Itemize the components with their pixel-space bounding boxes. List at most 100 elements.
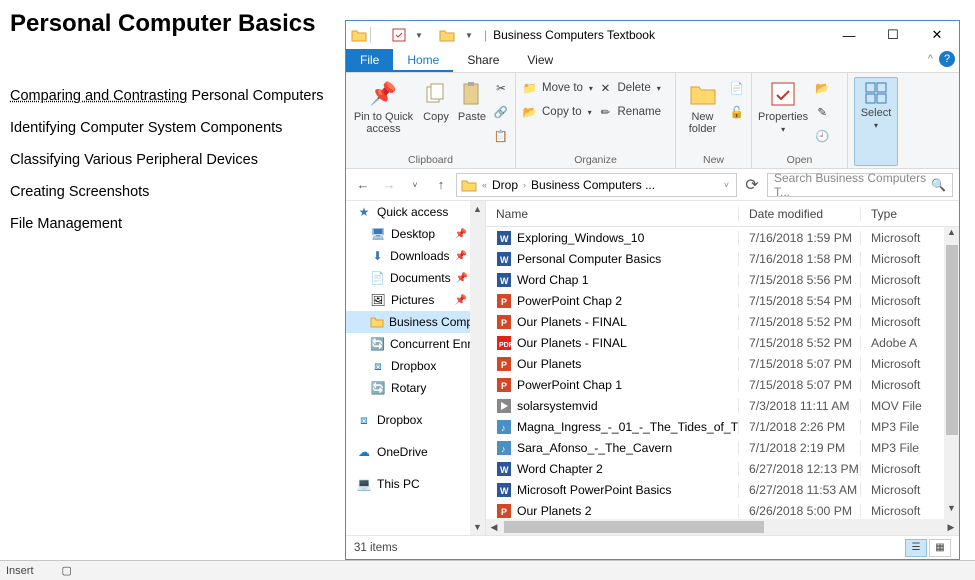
breadcrumb[interactable]: Drop <box>492 178 518 192</box>
chevron-icon[interactable]: « <box>479 180 490 190</box>
scroll-thumb[interactable] <box>946 245 958 435</box>
copy-icon <box>421 79 451 109</box>
tree-dropbox-folder[interactable]: ⧈Dropbox <box>346 355 485 377</box>
folder-icon[interactable] <box>350 26 368 44</box>
recent-dropdown[interactable]: ˅ <box>404 174 426 196</box>
column-type[interactable]: Type <box>860 207 959 221</box>
tree-business-computers[interactable]: Business Computers Textbook <box>346 311 485 333</box>
refresh-button[interactable]: ⟳ <box>741 175 763 195</box>
help-icon[interactable]: ? <box>939 51 955 67</box>
scroll-left-icon[interactable]: ◀ <box>486 522 502 533</box>
back-button[interactable]: ← <box>352 174 374 196</box>
paste-shortcut-button[interactable]: 📋 <box>493 125 509 147</box>
tree-desktop[interactable]: 🖥Desktop📌 <box>346 223 485 245</box>
tree-dropbox[interactable]: ⧈Dropbox <box>346 409 485 431</box>
svg-text:P: P <box>501 297 507 307</box>
tree-pictures[interactable]: 🖼Pictures📌 <box>346 289 485 311</box>
search-input[interactable]: Search Business Computers T... 🔍 <box>767 173 953 197</box>
cut-button[interactable]: ✂ <box>493 77 509 99</box>
tree-quick-access[interactable]: ★Quick access <box>346 201 485 223</box>
rename-button[interactable]: ✏Rename <box>598 101 670 123</box>
breadcrumb[interactable]: Business Computers ... <box>531 178 655 192</box>
table-row[interactable]: PDFOur Planets - FINAL7/15/2018 5:52 PMA… <box>486 332 959 353</box>
up-button[interactable]: ↑ <box>430 174 452 196</box>
column-date[interactable]: Date modified <box>738 207 860 221</box>
scroll-up-icon[interactable]: ▲ <box>947 227 956 243</box>
open-button[interactable]: 📂 <box>814 77 830 99</box>
vertical-scrollbar[interactable]: ▲ ▼ <box>944 227 959 519</box>
dropdown-icon[interactable]: ▼ <box>460 26 478 44</box>
scroll-down-icon[interactable]: ▼ <box>947 503 956 519</box>
copy-button[interactable]: Copy <box>421 77 451 152</box>
forward-button[interactable]: → <box>378 174 400 196</box>
tree-concurrent[interactable]: 🔄Concurrent Enrollment <box>346 333 485 355</box>
titlebar[interactable]: ▼ ▼ | Business Computers Textbook — ☐ ✕ <box>346 21 959 49</box>
move-to-button[interactable]: 📁Move to▾ <box>522 77 594 99</box>
tree-downloads[interactable]: ⬇Downloads📌 <box>346 245 485 267</box>
minimize-button[interactable]: — <box>827 21 871 49</box>
tab-home[interactable]: Home <box>393 49 453 72</box>
copy-to-button[interactable]: 📂Copy to▾ <box>522 101 594 123</box>
maximize-button[interactable]: ☐ <box>871 21 915 49</box>
table-row[interactable]: PPowerPoint Chap 17/15/2018 5:07 PMMicro… <box>486 374 959 395</box>
folder-sync-icon: 🔄 <box>370 336 385 352</box>
insert-mode-label[interactable]: Insert <box>6 565 34 577</box>
edit-button[interactable]: ✎ <box>814 101 830 123</box>
properties-button[interactable]: Properties ▾ <box>758 77 808 152</box>
properties-icon[interactable] <box>390 26 408 44</box>
tree-rotary[interactable]: 🔄Rotary <box>346 377 485 399</box>
details-view-button[interactable]: ☰ <box>905 539 927 557</box>
tab-file[interactable]: File <box>346 49 393 72</box>
table-row[interactable]: WExploring_Windows_107/16/2018 1:59 PMMi… <box>486 227 959 248</box>
table-row[interactable]: PPowerPoint Chap 27/15/2018 5:54 PMMicro… <box>486 290 959 311</box>
table-row[interactable]: ♪Magna_Ingress_-_01_-_The_Tides_of_Tim..… <box>486 416 959 437</box>
scroll-up-icon[interactable]: ▲ <box>470 201 485 217</box>
window-title: Business Computers Textbook <box>493 28 655 42</box>
file-date: 7/1/2018 2:19 PM <box>738 441 860 455</box>
address-dropdown-icon[interactable]: ˅ <box>721 180 732 190</box>
delete-button[interactable]: ✕Delete▾ <box>598 77 670 99</box>
pin-icon: 📌 <box>456 273 468 284</box>
table-row[interactable]: WWord Chap 17/15/2018 5:56 PMMicrosoft <box>486 269 959 290</box>
tree-scrollbar[interactable]: ▲ ▼ <box>470 201 485 535</box>
paste-button[interactable]: Paste <box>457 77 487 152</box>
dropdown-icon[interactable]: ▼ <box>410 26 428 44</box>
tree-onedrive[interactable]: ☁OneDrive <box>346 441 485 463</box>
tree-this-pc[interactable]: 💻This PC <box>346 473 485 495</box>
history-button[interactable]: 🕘 <box>814 125 830 147</box>
tab-view[interactable]: View <box>513 49 567 72</box>
file-date: 7/15/2018 5:07 PM <box>738 357 860 371</box>
pin-to-quick-access-button[interactable]: 📌 Pin to Quick access <box>352 77 415 152</box>
macro-record-icon[interactable]: ▢ <box>62 564 72 577</box>
file-name: Microsoft PowerPoint Basics <box>517 483 671 497</box>
table-row[interactable]: POur Planets - FINAL7/15/2018 5:52 PMMic… <box>486 311 959 332</box>
column-name[interactable]: Name <box>486 207 738 221</box>
collapse-ribbon-icon[interactable]: ^ <box>928 53 933 65</box>
pin-icon: 📌 <box>455 229 467 240</box>
easy-access-button[interactable]: 🔓 <box>729 101 745 123</box>
select-button[interactable]: Select ▾ <box>854 77 899 166</box>
table-row[interactable]: ♪Sara_Afonso_-_The_Cavern7/1/2018 2:19 P… <box>486 437 959 458</box>
scroll-thumb[interactable] <box>504 521 764 533</box>
tab-share[interactable]: Share <box>453 49 513 72</box>
copy-path-button[interactable]: 🔗 <box>493 101 509 123</box>
address-bar[interactable]: « Drop › Business Computers ... ˅ <box>456 173 737 197</box>
scroll-right-icon[interactable]: ▶ <box>943 522 959 533</box>
tiles-view-button[interactable]: ▦ <box>929 539 951 557</box>
table-row[interactable]: POur Planets7/15/2018 5:07 PMMicrosoft <box>486 353 959 374</box>
table-row[interactable]: WWord Chapter 26/27/2018 12:13 PMMicroso… <box>486 458 959 479</box>
onedrive-icon: ☁ <box>356 444 372 460</box>
table-row[interactable]: POur Planets 26/26/2018 5:00 PMMicrosoft <box>486 500 959 519</box>
quick-access-toolbar: ▼ <box>346 26 432 44</box>
table-row[interactable]: solarsystemvid7/3/2018 11:11 AMMOV File <box>486 395 959 416</box>
chevron-right-icon[interactable]: › <box>520 180 529 190</box>
file-date: 6/27/2018 12:13 PM <box>738 462 860 476</box>
scroll-down-icon[interactable]: ▼ <box>470 519 485 535</box>
new-item-button[interactable]: 📄 <box>729 77 745 99</box>
new-folder-button[interactable]: New folder <box>682 77 723 152</box>
close-button[interactable]: ✕ <box>915 21 959 49</box>
table-row[interactable]: WPersonal Computer Basics7/16/2018 1:58 … <box>486 248 959 269</box>
horizontal-scrollbar[interactable]: ◀ ▶ <box>486 519 959 535</box>
table-row[interactable]: WMicrosoft PowerPoint Basics6/27/2018 11… <box>486 479 959 500</box>
tree-documents[interactable]: 📄Documents📌 <box>346 267 485 289</box>
